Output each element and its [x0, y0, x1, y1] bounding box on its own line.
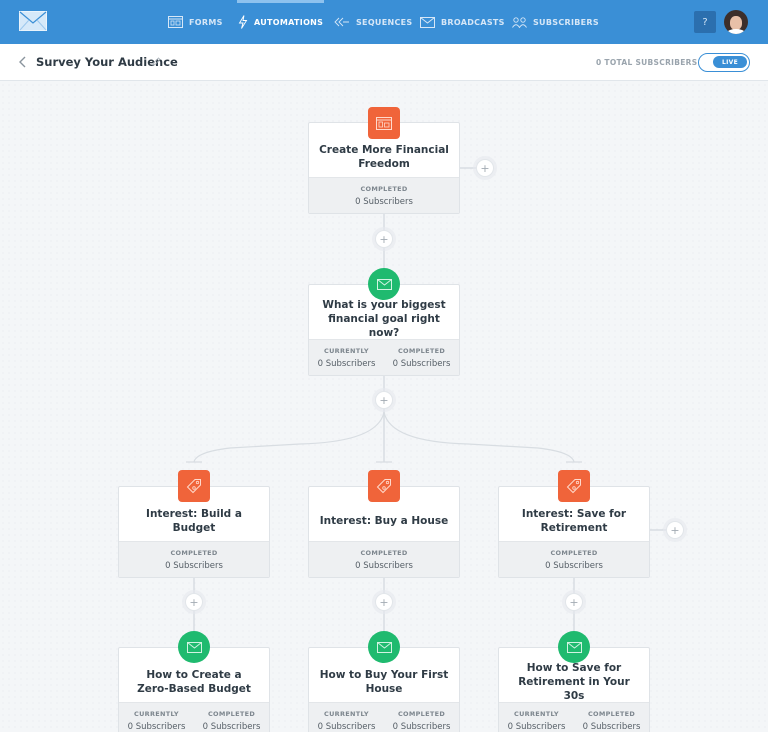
stat-label: COMPLETED [207, 709, 256, 718]
nav-broadcasts-label: BROADCASTS [441, 17, 505, 27]
pencil-icon[interactable] [152, 57, 161, 66]
stat-label: CURRENTLY [514, 709, 559, 718]
node-stats: CURRENTLY 0 Subscribers COMPLETED 0 Subs… [119, 702, 269, 732]
envelope-icon [420, 16, 435, 28]
tag-badge [178, 470, 210, 502]
node-stats: CURRENTLY 0 Subscribers COMPLETED 0 Subs… [309, 339, 459, 375]
nav-subscribers[interactable]: SUBSCRIBERS [512, 0, 599, 44]
tag-icon [566, 479, 581, 494]
node-stats: COMPLETED 0 Subscribers [119, 541, 269, 577]
tag-icon [376, 479, 391, 494]
nav-subscribers-label: SUBSCRIBERS [533, 17, 599, 27]
stat-value: 0 Subscribers [392, 721, 451, 732]
stat-label: CURRENTLY [324, 346, 369, 355]
nav-forms[interactable]: FORMS [168, 0, 223, 44]
nav-automations[interactable]: AUTOMATIONS [237, 0, 325, 44]
stat-value: 0 Subscribers [582, 721, 641, 732]
envelope-logo-icon[interactable] [19, 11, 47, 31]
node-stats: CURRENTLY 0 Subscribers COMPLETED 0 Subs… [499, 702, 649, 732]
stat-value: 0 Subscribers [392, 358, 451, 369]
stat-currently: CURRENTLY 0 Subscribers [309, 710, 384, 732]
form-icon [168, 16, 183, 28]
node-stats: COMPLETED 0 Subscribers [309, 541, 459, 577]
add-step-button[interactable]: + [185, 593, 203, 611]
branch-connector-left [193, 411, 385, 463]
stat-value: 0 Subscribers [127, 721, 186, 732]
stat-completed: COMPLETED 0 Subscribers [309, 185, 459, 207]
stat-currently: CURRENTLY 0 Subscribers [499, 710, 574, 732]
stat-value: 0 Subscribers [165, 560, 223, 571]
form-icon [376, 116, 392, 130]
add-step-button[interactable]: + [565, 593, 583, 611]
stat-value: 0 Subscribers [507, 721, 566, 732]
stat-currently: CURRENTLY 0 Subscribers [119, 710, 194, 732]
envelope-icon [566, 641, 582, 653]
automation-canvas: Create More Financial Freedom COMPLETED … [0, 82, 768, 732]
stat-value: 0 Subscribers [545, 560, 603, 571]
stat-label: CURRENTLY [134, 709, 179, 718]
stat-label: COMPLETED [587, 709, 636, 718]
add-action-button[interactable]: + [476, 159, 494, 177]
nav-broadcasts[interactable]: BROADCASTS [420, 0, 505, 44]
stat-value: 0 Subscribers [355, 560, 413, 571]
stat-label: COMPLETED [397, 346, 446, 355]
node-stats: COMPLETED 0 Subscribers [499, 541, 649, 577]
stat-completed: COMPLETED 0 Subscribers [574, 710, 649, 732]
tag-badge [558, 470, 590, 502]
stat-completed: COMPLETED 0 Subscribers [384, 347, 459, 369]
stat-label: COMPLETED [360, 184, 408, 193]
email-badge [368, 268, 400, 300]
stat-value: 0 Subscribers [202, 721, 261, 732]
email-badge [178, 631, 210, 663]
node-stats: CURRENTLY 0 Subscribers COMPLETED 0 Subs… [309, 702, 459, 732]
envelope-icon [376, 278, 392, 290]
email-badge [368, 631, 400, 663]
stat-label: CURRENTLY [324, 709, 369, 718]
nav-sequences[interactable]: SEQUENCES [334, 0, 412, 44]
stat-label: COMPLETED [550, 548, 598, 557]
stat-label: COMPLETED [170, 548, 218, 557]
node-stats: COMPLETED 0 Subscribers [309, 177, 459, 213]
sequence-icon [334, 17, 349, 27]
stat-value: 0 Subscribers [355, 196, 413, 207]
email-badge [558, 631, 590, 663]
add-step-button[interactable]: + [375, 391, 393, 409]
live-toggle[interactable]: LIVE [698, 53, 750, 72]
nav-automations-label: AUTOMATIONS [254, 17, 324, 27]
tag-badge [368, 470, 400, 502]
nav-sequences-label: SEQUENCES [356, 17, 413, 27]
stat-completed: COMPLETED 0 Subscribers [384, 710, 459, 732]
avatar-shirt [727, 29, 745, 34]
help-button[interactable]: ? [694, 11, 716, 33]
add-step-button[interactable]: + [375, 593, 393, 611]
back-chevron-icon[interactable] [17, 55, 29, 69]
live-toggle-label: LIVE [713, 56, 747, 68]
envelope-icon [186, 641, 202, 653]
form-trigger-badge [368, 107, 400, 139]
people-icon [512, 16, 527, 28]
tag-icon [186, 479, 201, 494]
envelope-icon [376, 641, 392, 653]
stat-label: COMPLETED [360, 548, 408, 557]
stat-completed: COMPLETED 0 Subscribers [119, 549, 269, 571]
lightning-icon [238, 15, 248, 29]
add-action-button[interactable]: + [666, 521, 684, 539]
top-navigation: FORMS AUTOMATIONS SEQUENCES BROADCASTS S… [0, 0, 768, 44]
stat-completed: COMPLETED 0 Subscribers [499, 549, 649, 571]
stat-currently: CURRENTLY 0 Subscribers [309, 347, 384, 369]
stat-label: COMPLETED [397, 709, 446, 718]
total-subscribers: 0 TOTAL SUBSCRIBERS [596, 58, 698, 67]
stat-completed: COMPLETED 0 Subscribers [309, 549, 459, 571]
automation-header: Survey Your Audience 0 TOTAL SUBSCRIBERS… [0, 44, 768, 81]
branch-connector-right [383, 411, 575, 463]
stat-completed: COMPLETED 0 Subscribers [194, 710, 269, 732]
stat-value: 0 Subscribers [317, 358, 376, 369]
add-step-button[interactable]: + [375, 230, 393, 248]
avatar-face [730, 16, 742, 30]
stat-value: 0 Subscribers [317, 721, 376, 732]
user-avatar[interactable] [724, 10, 748, 34]
nav-forms-label: FORMS [189, 17, 223, 27]
